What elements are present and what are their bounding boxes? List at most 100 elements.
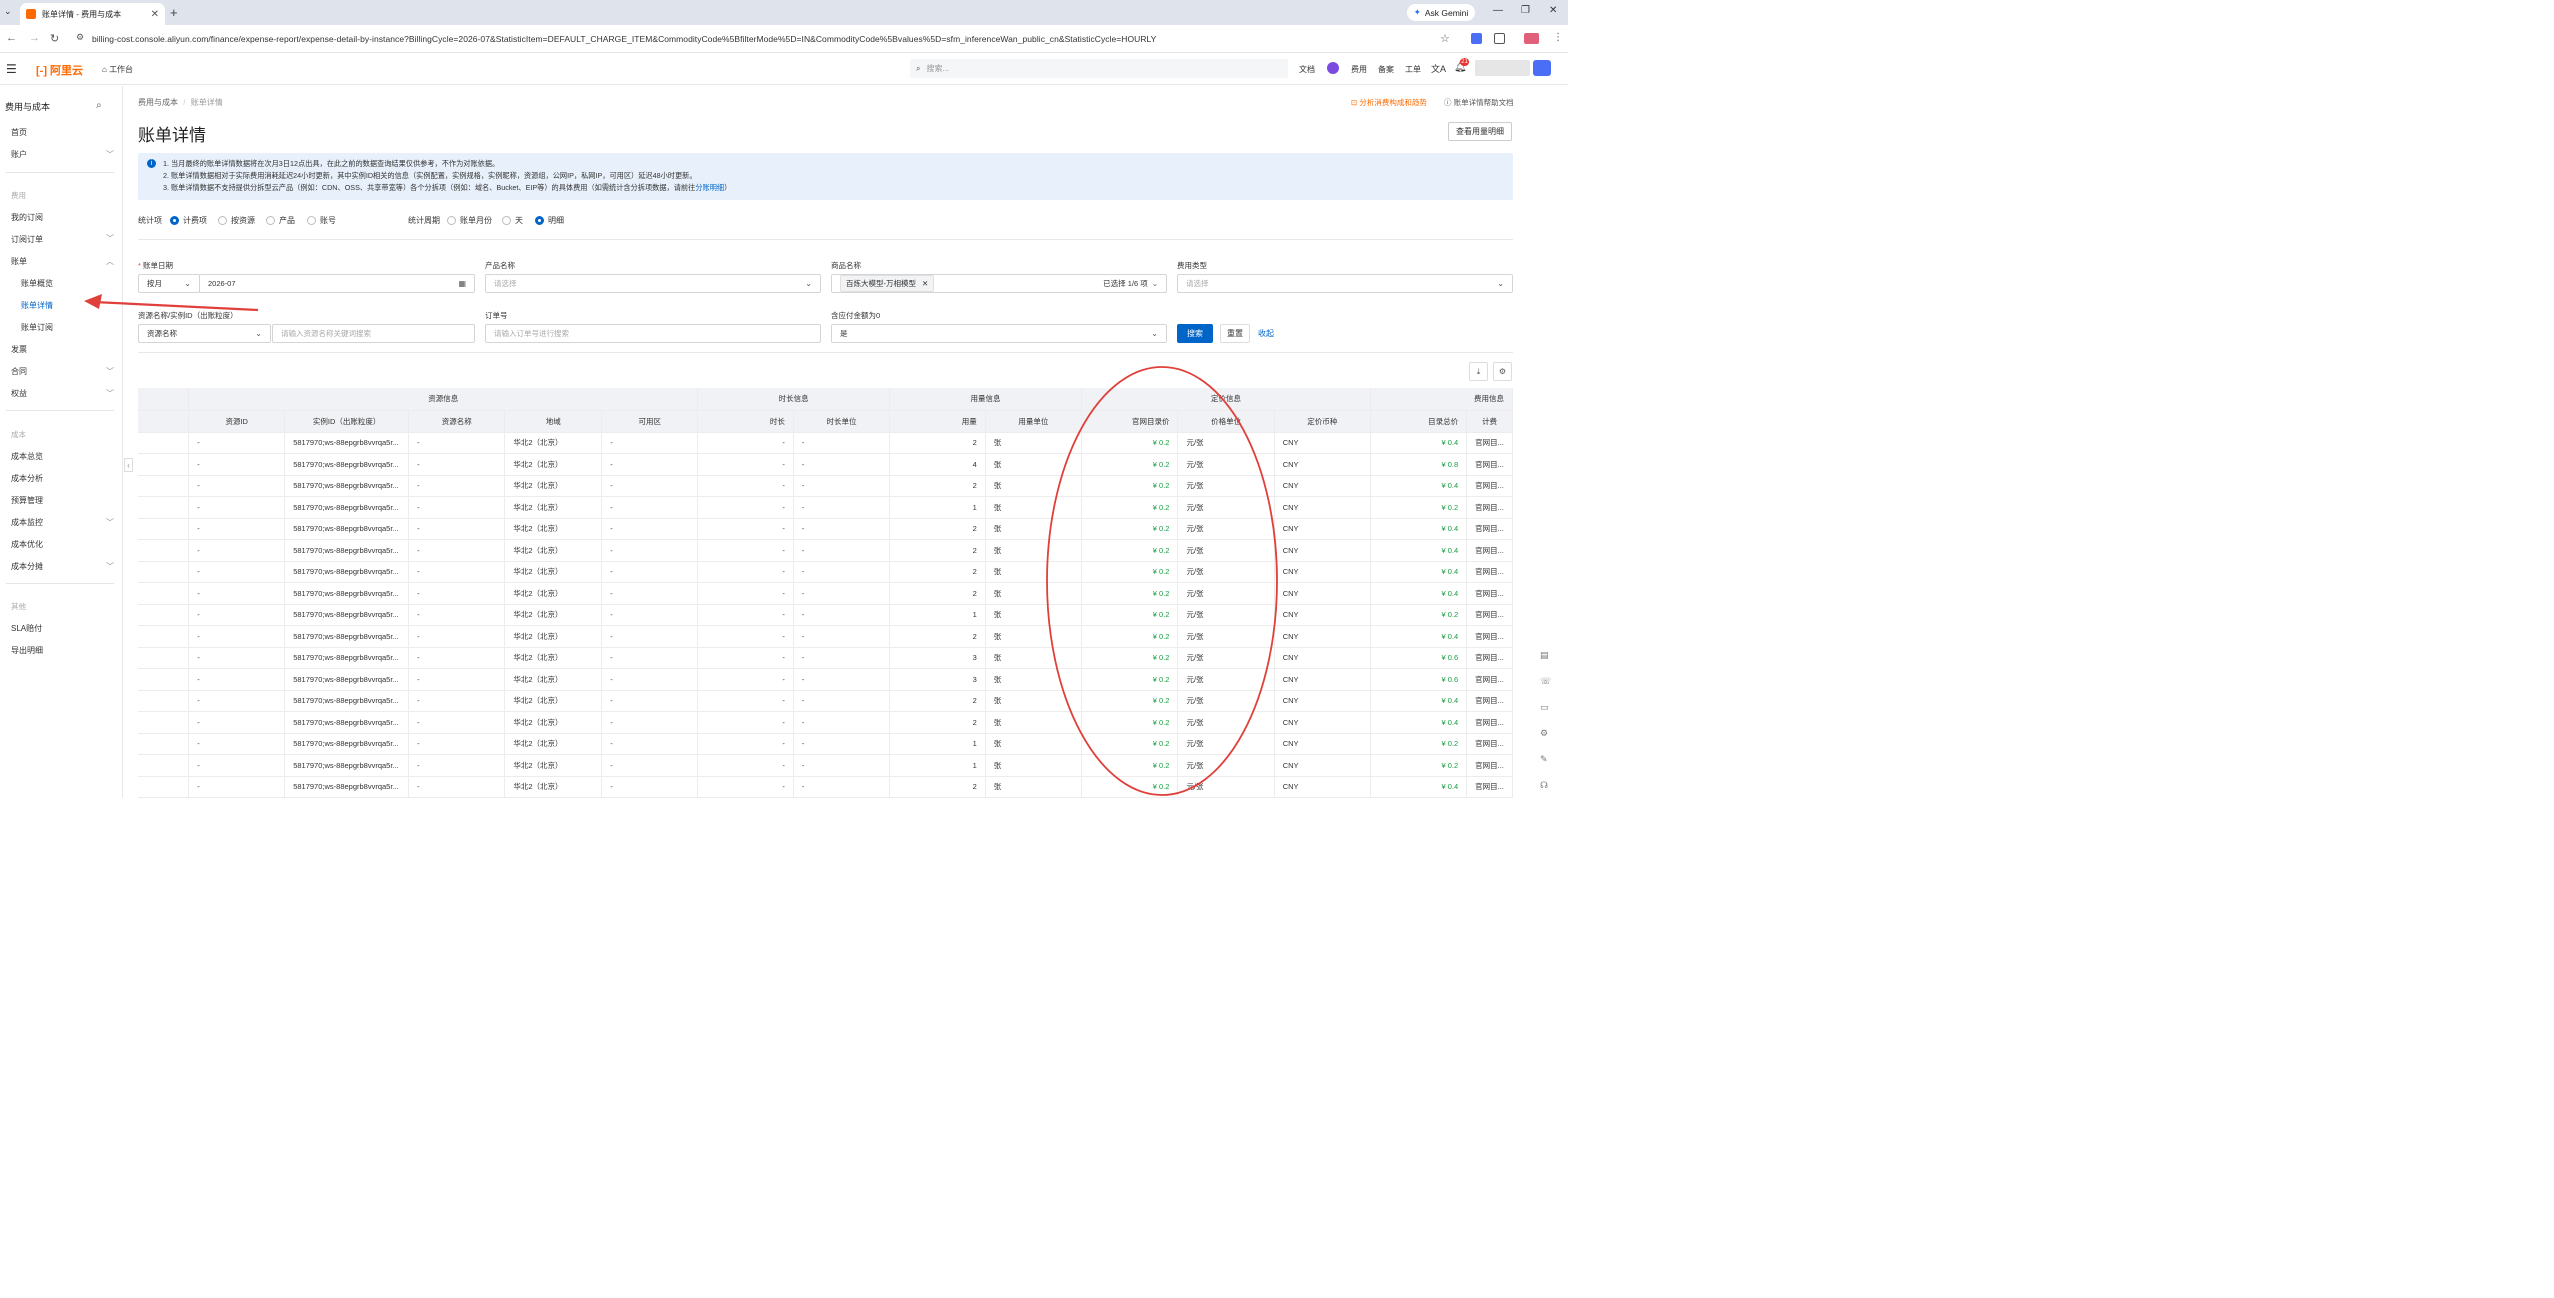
sidebar-item-contract[interactable]: 合同 (11, 366, 27, 377)
extension-icon[interactable] (1471, 33, 1482, 44)
maximize-icon[interactable]: ❐ (1521, 5, 1530, 16)
reset-button[interactable]: 重置 (1220, 324, 1250, 343)
ask-gemini-button[interactable]: ✦ Ask Gemini (1407, 4, 1475, 21)
bookmark-star-icon[interactable]: ☆ (1440, 32, 1450, 45)
order-number-input[interactable]: 请输入订单号进行搜索 (485, 324, 821, 343)
account-name-masked[interactable] (1475, 60, 1530, 76)
sidebar-item-budget[interactable]: 预算管理 (11, 495, 43, 506)
radio-cycle-day[interactable]: 天 (502, 215, 523, 226)
edit-icon[interactable]: ✎ (1540, 754, 1551, 765)
profile-icon[interactable] (1524, 33, 1539, 44)
analyze-trend-link[interactable]: ⊡ 分析消费构成和趋势 (1351, 97, 1427, 108)
browser-menu-icon[interactable]: ⋮ (1553, 32, 1563, 43)
remove-tag-icon[interactable]: ✕ (922, 279, 928, 288)
url-field[interactable]: billing-cost.console.aliyun.com/finance/… (92, 34, 1156, 44)
view-usage-detail-button[interactable]: 查看用量明细 (1448, 122, 1512, 141)
sidebar-search-icon[interactable]: ⌕ (96, 100, 102, 111)
table-cell: - (793, 518, 891, 540)
settings-icon[interactable]: ⚙ (1540, 728, 1551, 739)
help-doc-link[interactable]: ⓘ 账单详情帮助文档 (1444, 97, 1514, 108)
new-tab-icon[interactable]: + (170, 5, 178, 20)
table-cell: 官网目... (1466, 625, 1513, 648)
sidebar-item-cost-overview[interactable]: 成本总览 (11, 451, 43, 462)
contact-icon[interactable]: ☏ (1540, 676, 1551, 687)
sidebar-item-cost-allocation[interactable]: 成本分摊 (11, 561, 43, 572)
sidebar-item-bill-detail[interactable]: 账单详情 (21, 300, 53, 311)
extensions-puzzle-icon[interactable] (1494, 33, 1505, 44)
sidebar-item-orders[interactable]: 订阅订单 (11, 234, 43, 245)
table-cell: - (408, 453, 506, 476)
sidebar-item-home[interactable]: 首页 (11, 127, 27, 138)
ai-assistant-icon[interactable] (1327, 62, 1339, 74)
breadcrumb-root[interactable]: 费用与成本 (138, 98, 178, 107)
resource-search-input[interactable]: 请输入资源名称关键词搜索 (272, 324, 475, 343)
sidebar-item-sla[interactable]: SLA赔付 (11, 623, 42, 634)
site-info-icon[interactable]: ⚙ (76, 32, 84, 43)
radio-cycle-detail[interactable]: 明细 (535, 215, 564, 226)
radio-stat-resource[interactable]: 按资源 (218, 215, 255, 226)
sidebar-collapse-icon[interactable]: ‹ (124, 458, 133, 472)
resource-mode-select[interactable]: 资源名称 ⌄ (138, 324, 271, 343)
sidebar-item-rights[interactable]: 权益 (11, 388, 27, 399)
header-link-ticket[interactable]: 工单 (1405, 64, 1421, 75)
radio-label: 账单月份 (460, 216, 492, 225)
reload-icon[interactable]: ↻ (50, 32, 59, 45)
sidebar-item-bill-overview[interactable]: 账单概览 (21, 278, 53, 289)
minimize-icon[interactable]: — (1493, 5, 1503, 16)
aliyun-logo[interactable]: [-] 阿里云 (36, 62, 83, 78)
radio-stat-charge-item[interactable]: 计费项 (170, 215, 207, 226)
headset-icon[interactable]: ☊ (1540, 780, 1551, 791)
avatar[interactable] (1533, 60, 1551, 76)
sidebar-item-bills[interactable]: 账单 (11, 256, 27, 267)
sidebar-item-subscription[interactable]: 我的订阅 (11, 212, 43, 223)
forward-icon[interactable]: → (29, 32, 40, 44)
table-cell: ¥ 0.4 (1370, 518, 1468, 540)
header-link-fee[interactable]: 费用 (1351, 64, 1367, 75)
radio-icon (266, 216, 275, 225)
screen-icon[interactable]: ▭ (1540, 702, 1551, 713)
table-cell: ¥ 0.2 (1370, 754, 1468, 777)
tab-search-icon[interactable]: ⌄ (4, 6, 12, 17)
commodity-name-select[interactable]: 百炼大模型-万相模型 ✕ 已选择 1/6 项 ⌄ (831, 274, 1167, 293)
radio-cycle-month[interactable]: 账单月份 (447, 215, 492, 226)
sidebar-item-export[interactable]: 导出明细 (11, 645, 43, 656)
sidebar-item-bill-subscribe[interactable]: 账单订阅 (21, 322, 53, 333)
browser-tab[interactable]: 账单详情 - 费用与成本 ✕ (20, 3, 165, 25)
table-cell: - (793, 496, 891, 519)
global-search-input[interactable]: ⌕ 搜索... (910, 59, 1288, 78)
sidebar-item-cost-analysis[interactable]: 成本分析 (11, 473, 43, 484)
row-blank-cell (138, 690, 190, 712)
sidebar-item-invoice[interactable]: 发票 (11, 344, 27, 355)
close-tab-icon[interactable]: ✕ (151, 9, 159, 20)
sidebar-item-account[interactable]: 账户 (11, 149, 27, 160)
header-link-docs[interactable]: 文档 (1299, 64, 1315, 75)
window-close-icon[interactable]: ✕ (1549, 5, 1557, 16)
download-icon[interactable]: ⤓ (1469, 362, 1488, 381)
radio-stat-product[interactable]: 产品 (266, 215, 295, 226)
table-cell: 3 (889, 668, 986, 691)
radio-stat-account[interactable]: 账号 (307, 215, 336, 226)
sidebar-item-cost-optimize[interactable]: 成本优化 (11, 539, 43, 550)
back-icon[interactable]: ← (6, 32, 17, 44)
feedback-icon[interactable]: ▤ (1540, 650, 1551, 661)
zero-amount-value: 是 (840, 329, 848, 338)
fee-type-select[interactable]: 请选择 ⌄ (1177, 274, 1513, 293)
red-annotation-arrow (84, 294, 259, 312)
search-button[interactable]: 搜索 (1177, 324, 1213, 343)
row-blank-cell (138, 453, 190, 476)
collapse-filters-link[interactable]: 收起 (1258, 328, 1274, 339)
hamburger-menu-icon[interactable]: ☰ (6, 62, 17, 76)
split-detail-link[interactable]: 分账明细 (695, 183, 724, 192)
table-cell: - (697, 668, 794, 691)
sidebar-item-cost-monitor[interactable]: 成本监控 (11, 517, 43, 528)
chevron-down-icon: ﹀ (106, 518, 114, 527)
header-link-beian[interactable]: 备案 (1378, 64, 1394, 75)
language-icon[interactable]: 文A (1431, 62, 1446, 75)
zero-amount-select[interactable]: 是 ⌄ (831, 324, 1167, 343)
table-cell: 官网目... (1466, 754, 1513, 777)
table-cell: - (697, 539, 794, 562)
product-name-select[interactable]: 请选择 ⌄ (485, 274, 821, 293)
settings-gear-icon[interactable]: ⚙ (1493, 362, 1512, 381)
table-cell: 4 (889, 453, 986, 476)
workbench-link[interactable]: ⌂ 工作台 (102, 64, 133, 75)
